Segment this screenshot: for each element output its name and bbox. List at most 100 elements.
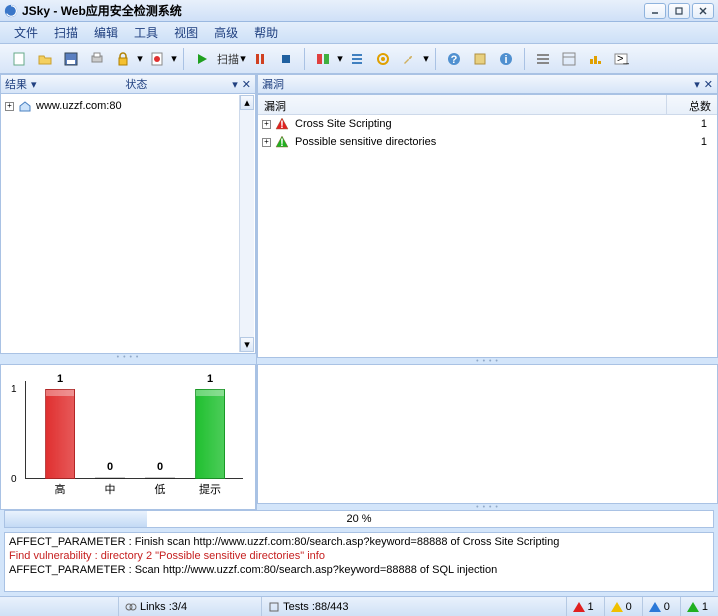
vuln-close-icon[interactable]: ✕ bbox=[704, 78, 713, 91]
svg-text:!: ! bbox=[280, 137, 284, 149]
chart-bar-label: 0 bbox=[95, 461, 125, 473]
report-button[interactable] bbox=[145, 47, 169, 71]
results-pin-icon[interactable]: ▾ bbox=[232, 78, 238, 91]
results-panel-header: 结果 ▾ 状态 ▾ ✕ bbox=[0, 74, 256, 94]
menu-edit[interactable]: 编辑 bbox=[86, 21, 126, 44]
svg-text:!: ! bbox=[280, 119, 284, 131]
y-tick-label: 1 bbox=[11, 384, 17, 395]
status-tests: Tests :88/443 bbox=[261, 597, 354, 616]
menu-help[interactable]: 帮助 bbox=[246, 21, 286, 44]
tool-targets-dropdown[interactable]: ▾ bbox=[336, 52, 344, 65]
log-line: Find vulnerability : directory 2 "Possib… bbox=[9, 549, 709, 563]
vuln-row[interactable]: +! Cross Site Scripting1 bbox=[258, 115, 717, 133]
print-button[interactable] bbox=[85, 47, 109, 71]
log-pane[interactable]: AFFECT_PARAMETER : Finish scan http://ww… bbox=[4, 532, 714, 592]
info-button[interactable]: i bbox=[494, 47, 518, 71]
svg-text:?: ? bbox=[451, 54, 458, 66]
results-title: 结果 bbox=[5, 76, 27, 92]
vuln-name: Possible sensitive directories bbox=[295, 136, 673, 148]
view-detail-button[interactable] bbox=[557, 47, 581, 71]
chart-bar bbox=[95, 477, 125, 479]
left-column: 结果 ▾ 状态 ▾ ✕ + www.uzzf.com:80 ▴ ▾ • • • … bbox=[0, 74, 257, 510]
lock-button[interactable] bbox=[111, 47, 135, 71]
minimize-button[interactable] bbox=[644, 3, 666, 19]
menu-scan[interactable]: 扫描 bbox=[46, 21, 86, 44]
view-list-button[interactable] bbox=[531, 47, 555, 71]
severity-chart: 011高0中0低1提示 bbox=[0, 364, 256, 510]
severity-icon: ! bbox=[275, 135, 289, 149]
report-dropdown[interactable]: ▾ bbox=[170, 52, 178, 65]
status-low: 0 bbox=[642, 597, 676, 616]
menu-advanced[interactable]: 高级 bbox=[206, 21, 246, 44]
view-chart-button[interactable] bbox=[583, 47, 607, 71]
help-button[interactable]: ? bbox=[442, 47, 466, 71]
results-tree[interactable]: + www.uzzf.com:80 ▴ ▾ bbox=[0, 94, 256, 354]
vuln-list-header: 漏洞 总数 bbox=[258, 95, 717, 115]
update-button[interactable] bbox=[468, 47, 492, 71]
wrench-dropdown[interactable]: ▾ bbox=[422, 52, 430, 65]
expand-icon[interactable]: + bbox=[262, 120, 271, 129]
lock-dropdown[interactable]: ▾ bbox=[136, 52, 144, 65]
log-line: AFFECT_PARAMETER : Finish scan http://ww… bbox=[9, 535, 709, 549]
open-button[interactable] bbox=[33, 47, 57, 71]
status-info: 1 bbox=[680, 597, 714, 616]
col-vuln-name[interactable]: 漏洞 bbox=[258, 95, 667, 114]
severity-icon: ! bbox=[275, 117, 289, 131]
start-scan-button[interactable] bbox=[190, 47, 214, 71]
chart-category-label: 提示 bbox=[190, 481, 230, 497]
tool-targets-button[interactable] bbox=[311, 47, 335, 71]
svg-text:>_: >_ bbox=[617, 53, 629, 65]
vuln-count: 1 bbox=[673, 136, 713, 148]
chart-bar bbox=[45, 389, 75, 479]
triangle-green-icon bbox=[687, 602, 699, 612]
chart-category-label: 中 bbox=[90, 481, 130, 497]
maximize-button[interactable] bbox=[668, 3, 690, 19]
pause-button[interactable] bbox=[248, 47, 272, 71]
status-med: 0 bbox=[604, 597, 638, 616]
expand-icon[interactable]: + bbox=[262, 138, 271, 147]
results-close-icon[interactable]: ✕ bbox=[242, 78, 251, 91]
vuln-detail-pane bbox=[257, 364, 718, 504]
triangle-red-icon bbox=[573, 602, 585, 612]
chart-bar-label: 0 bbox=[145, 461, 175, 473]
toolbar: ▾ ▾ 扫描 ▾ ▾ ▾ ? i >_ bbox=[0, 44, 718, 74]
left-splitter[interactable]: • • • • bbox=[0, 354, 256, 360]
menu-tools[interactable]: 工具 bbox=[126, 21, 166, 44]
chart-bar bbox=[145, 477, 175, 479]
scan-dropdown[interactable]: ▾ bbox=[239, 52, 247, 65]
save-button[interactable] bbox=[59, 47, 83, 71]
gear-button[interactable] bbox=[371, 47, 395, 71]
chart-category-label: 高 bbox=[40, 481, 80, 497]
results-status-col: 状态 bbox=[125, 76, 147, 92]
app-icon bbox=[4, 4, 18, 18]
menu-file[interactable]: 文件 bbox=[6, 21, 46, 44]
new-button[interactable] bbox=[7, 47, 31, 71]
stop-button[interactable] bbox=[274, 47, 298, 71]
vuln-count: 1 bbox=[673, 118, 713, 130]
settings-sliders-button[interactable] bbox=[345, 47, 369, 71]
vuln-pin-icon[interactable]: ▾ bbox=[694, 78, 700, 91]
chart-bar-label: 1 bbox=[195, 373, 225, 385]
vuln-list: 漏洞 总数 +! Cross Site Scripting1 +! Possible … bbox=[257, 94, 718, 358]
close-button[interactable] bbox=[692, 3, 714, 19]
wrench-button[interactable] bbox=[397, 47, 421, 71]
view-terminal-button[interactable]: >_ bbox=[609, 47, 633, 71]
vuln-name: Cross Site Scripting bbox=[295, 118, 673, 130]
vuln-panel-header: 漏洞 ▾ ✕ bbox=[257, 74, 718, 94]
chart-bar bbox=[195, 389, 225, 479]
vuln-row[interactable]: +! Possible sensitive directories1 bbox=[258, 133, 717, 151]
tree-target-label: www.uzzf.com:80 bbox=[36, 100, 122, 112]
menubar: 文件 扫描 编辑 工具 视图 高级 帮助 bbox=[0, 22, 718, 44]
status-high: 1 bbox=[566, 597, 600, 616]
tree-target-row[interactable]: + www.uzzf.com:80 bbox=[5, 98, 251, 114]
expand-icon[interactable]: + bbox=[5, 102, 14, 111]
vuln-title: 漏洞 bbox=[262, 76, 284, 92]
col-vuln-count[interactable]: 总数 bbox=[667, 95, 717, 114]
progress-label: 20 % bbox=[346, 513, 371, 525]
scrollbar-vertical[interactable]: ▴ ▾ bbox=[239, 95, 254, 352]
window-title: JSky - Web应用安全检测系统 bbox=[22, 2, 644, 19]
chart-category-label: 低 bbox=[140, 481, 180, 497]
menu-view[interactable]: 视图 bbox=[166, 21, 206, 44]
results-chevron-icon[interactable]: ▾ bbox=[31, 78, 37, 91]
svg-text:i: i bbox=[504, 54, 507, 66]
